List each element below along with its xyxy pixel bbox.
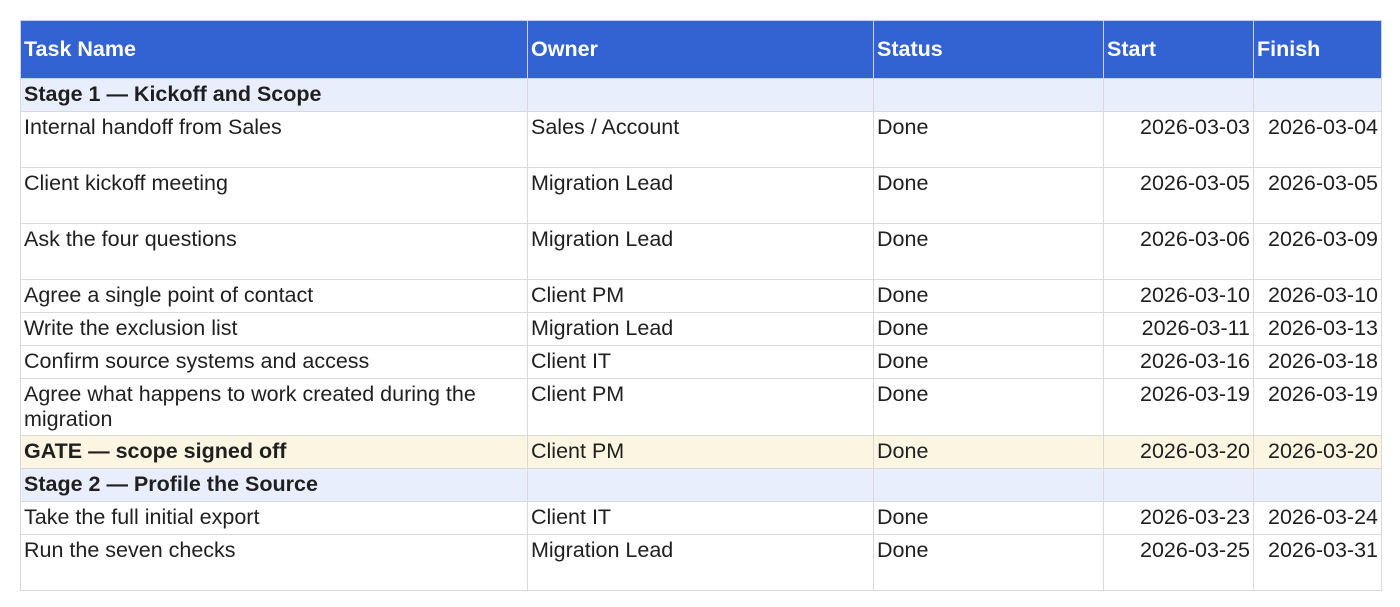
- task-cell[interactable]: Run the seven checks: [20, 534, 528, 591]
- task-cell[interactable]: Client kickoff meeting: [20, 167, 528, 224]
- owner-cell[interactable]: Client IT: [527, 501, 874, 535]
- finish-cell[interactable]: 2026-03-20: [1253, 435, 1382, 469]
- task-row[interactable]: Agree what happens to work created durin…: [20, 378, 1382, 436]
- column-header-finish[interactable]: Finish: [1253, 20, 1382, 79]
- column-header-start[interactable]: Start: [1103, 20, 1254, 79]
- stage-row[interactable]: Stage 1 — Kickoff and Scope: [20, 78, 1382, 112]
- task-cell[interactable]: Ask the four questions: [20, 223, 528, 280]
- task-cell[interactable]: Take the full initial export: [20, 501, 528, 535]
- task-cell[interactable]: GATE — scope signed off: [20, 435, 528, 469]
- task-table: Task Name Owner Status Start Finish Stag…: [20, 20, 1382, 591]
- stage-row[interactable]: Stage 2 — Profile the Source: [20, 468, 1382, 502]
- status-cell[interactable]: Done: [873, 312, 1104, 346]
- status-cell[interactable]: Done: [873, 534, 1104, 591]
- status-cell[interactable]: Done: [873, 501, 1104, 535]
- status-cell[interactable]: Done: [873, 279, 1104, 313]
- task-row[interactable]: Client kickoff meeting Migration Lead Do…: [20, 167, 1382, 224]
- start-cell[interactable]: 2026-03-20: [1103, 435, 1254, 469]
- header-row: Task Name Owner Status Start Finish: [20, 20, 1382, 79]
- start-cell[interactable]: [1103, 78, 1254, 112]
- task-row[interactable]: Run the seven checks Migration Lead Done…: [20, 534, 1382, 591]
- owner-cell[interactable]: [527, 78, 874, 112]
- start-cell[interactable]: 2026-03-25: [1103, 534, 1254, 591]
- owner-cell[interactable]: Migration Lead: [527, 223, 874, 280]
- owner-cell[interactable]: Client PM: [527, 435, 874, 469]
- finish-cell[interactable]: [1253, 78, 1382, 112]
- status-cell[interactable]: Done: [873, 167, 1104, 224]
- column-header-owner[interactable]: Owner: [527, 20, 874, 79]
- finish-cell[interactable]: 2026-03-31: [1253, 534, 1382, 591]
- status-cell[interactable]: Done: [873, 345, 1104, 379]
- gate-row[interactable]: GATE — scope signed off Client PM Done 2…: [20, 435, 1382, 469]
- status-cell[interactable]: [873, 468, 1104, 502]
- finish-cell[interactable]: 2026-03-10: [1253, 279, 1382, 313]
- task-row[interactable]: Internal handoff from Sales Sales / Acco…: [20, 111, 1382, 168]
- start-cell[interactable]: [1103, 468, 1254, 502]
- start-cell[interactable]: 2026-03-19: [1103, 378, 1254, 436]
- start-cell[interactable]: 2026-03-06: [1103, 223, 1254, 280]
- task-cell[interactable]: Stage 1 — Kickoff and Scope: [20, 78, 528, 112]
- status-cell[interactable]: Done: [873, 435, 1104, 469]
- owner-cell[interactable]: Migration Lead: [527, 312, 874, 346]
- task-cell[interactable]: Agree a single point of contact: [20, 279, 528, 313]
- owner-cell[interactable]: Client IT: [527, 345, 874, 379]
- task-row[interactable]: Ask the four questions Migration Lead Do…: [20, 223, 1382, 280]
- status-cell[interactable]: Done: [873, 378, 1104, 436]
- finish-cell[interactable]: 2026-03-04: [1253, 111, 1382, 168]
- start-cell[interactable]: 2026-03-23: [1103, 501, 1254, 535]
- column-header-status[interactable]: Status: [873, 20, 1104, 79]
- owner-cell[interactable]: Client PM: [527, 378, 874, 436]
- finish-cell[interactable]: [1253, 468, 1382, 502]
- task-sheet: Task Name Owner Status Start Finish Stag…: [20, 20, 1382, 591]
- task-cell[interactable]: Internal handoff from Sales: [20, 111, 528, 168]
- finish-cell[interactable]: 2026-03-24: [1253, 501, 1382, 535]
- finish-cell[interactable]: 2026-03-13: [1253, 312, 1382, 346]
- finish-cell[interactable]: 2026-03-19: [1253, 378, 1382, 436]
- status-cell[interactable]: [873, 78, 1104, 112]
- owner-cell[interactable]: [527, 468, 874, 502]
- owner-cell[interactable]: Migration Lead: [527, 167, 874, 224]
- task-cell[interactable]: Write the exclusion list: [20, 312, 528, 346]
- finish-cell[interactable]: 2026-03-05: [1253, 167, 1382, 224]
- owner-cell[interactable]: Migration Lead: [527, 534, 874, 591]
- task-row[interactable]: Write the exclusion list Migration Lead …: [20, 312, 1382, 346]
- column-header-task-name[interactable]: Task Name: [20, 20, 528, 79]
- task-row[interactable]: Confirm source systems and access Client…: [20, 345, 1382, 379]
- finish-cell[interactable]: 2026-03-18: [1253, 345, 1382, 379]
- task-cell[interactable]: Confirm source systems and access: [20, 345, 528, 379]
- task-row[interactable]: Take the full initial export Client IT D…: [20, 501, 1382, 535]
- start-cell[interactable]: 2026-03-03: [1103, 111, 1254, 168]
- start-cell[interactable]: 2026-03-11: [1103, 312, 1254, 346]
- status-cell[interactable]: Done: [873, 111, 1104, 168]
- start-cell[interactable]: 2026-03-10: [1103, 279, 1254, 313]
- start-cell[interactable]: 2026-03-05: [1103, 167, 1254, 224]
- start-cell[interactable]: 2026-03-16: [1103, 345, 1254, 379]
- owner-cell[interactable]: Sales / Account: [527, 111, 874, 168]
- finish-cell[interactable]: 2026-03-09: [1253, 223, 1382, 280]
- status-cell[interactable]: Done: [873, 223, 1104, 280]
- task-cell[interactable]: Agree what happens to work created durin…: [20, 378, 528, 436]
- task-cell[interactable]: Stage 2 — Profile the Source: [20, 468, 528, 502]
- task-row[interactable]: Agree a single point of contact Client P…: [20, 279, 1382, 313]
- owner-cell[interactable]: Client PM: [527, 279, 874, 313]
